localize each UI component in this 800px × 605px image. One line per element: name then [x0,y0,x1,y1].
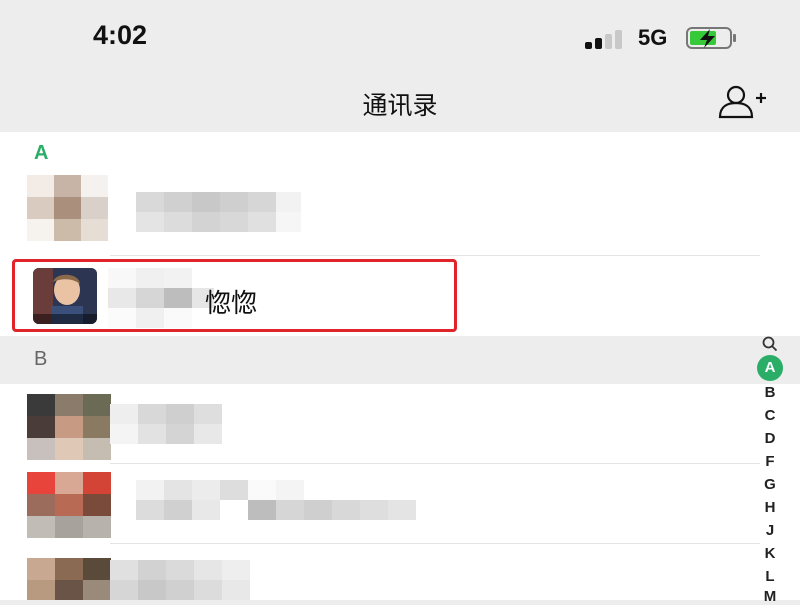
index-letter[interactable]: F [750,453,790,470]
contact-row[interactable] [0,384,760,464]
contact-row[interactable] [0,464,760,544]
index-letter-active[interactable]: A [757,355,783,381]
page-title: 通讯录 [362,92,438,120]
blurred-name [110,560,250,600]
index-letter[interactable]: D [750,430,790,447]
signal-icon [585,29,627,49]
index-letter[interactable]: K [750,545,790,562]
index-letter[interactable]: G [750,476,790,493]
status-bar: 4:02 5G [0,0,800,70]
blurred-avatar [27,394,111,460]
nav-bar: 通讯录 [0,70,800,132]
blurred-name [110,404,222,444]
contact-row[interactable] [0,175,760,256]
blurred-avatar [27,558,111,600]
search-icon[interactable] [762,336,778,352]
network-type: 5G [638,25,668,50]
contacts-list[interactable]: A 惚惚 B [0,132,800,600]
index-letter[interactable]: C [750,407,790,424]
index-letter[interactable]: L [750,568,790,585]
section-letter: B [34,348,48,370]
blurred-name [136,192,301,232]
status-time: 4:02 [93,20,148,50]
section-header-b: B [0,336,800,384]
highlight-box [12,259,457,332]
blurred-avatar [27,175,108,241]
section-letter: A [34,142,49,164]
contact-row[interactable] [0,544,760,600]
battery-charging-icon [686,27,736,49]
index-letter[interactable]: M [750,588,790,605]
index-letter[interactable]: H [750,499,790,516]
index-letter[interactable]: J [750,522,790,539]
add-contact-icon[interactable] [716,84,768,120]
blurred-avatar [27,472,111,538]
section-header-a: A [0,132,800,178]
blurred-name [136,480,416,520]
index-letter[interactable]: B [750,384,790,401]
